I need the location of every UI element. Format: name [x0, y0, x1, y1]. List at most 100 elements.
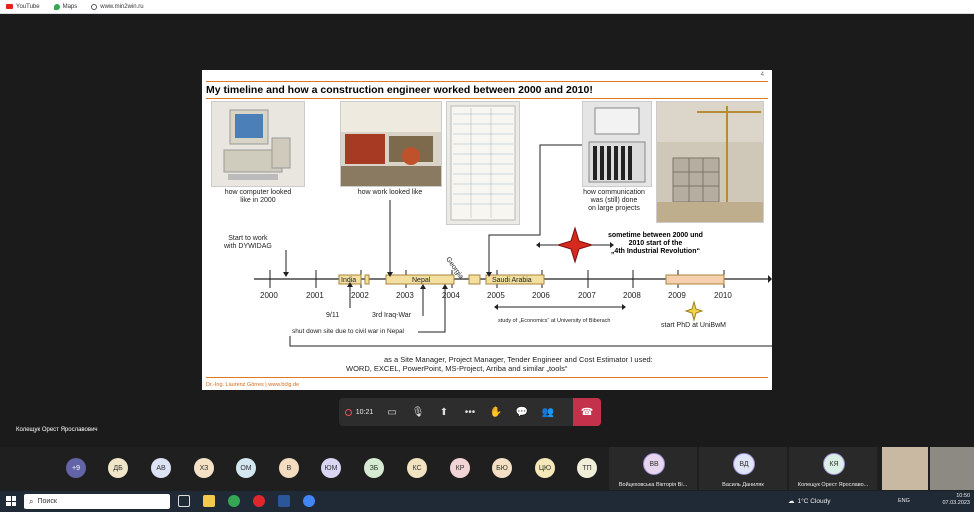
- participant-avatar[interactable]: ЗБ: [364, 458, 384, 478]
- country-saudi: Saudi Arabia: [492, 277, 532, 284]
- mic-toggle[interactable]: 🎙: [405, 398, 431, 426]
- country-nepal: Nepal: [412, 277, 431, 284]
- chat-icon: 💬: [515, 406, 529, 418]
- participant-video[interactable]: [930, 447, 974, 490]
- taskbar-search[interactable]: ⌕ Поиск: [24, 494, 170, 509]
- active-app-icon[interactable]: [303, 495, 315, 507]
- language-indicator[interactable]: ENG: [898, 498, 910, 504]
- participant-tile[interactable]: ВВ Войцеховська Вікторія Ві...: [609, 447, 697, 490]
- meeting-controls: 10:21 ▭ 🎙 ⬆ ••• ✋ 💬 👥 ☎: [339, 398, 601, 426]
- footer-rule: [206, 377, 768, 378]
- windows-taskbar: ⌕ Поиск ☁ 1°C Cloudy ENG 10:50 07.03.202…: [0, 491, 974, 512]
- hand-icon: ✋: [489, 406, 503, 418]
- bookmark-maps[interactable]: Maps: [53, 3, 78, 10]
- search-icon: ⌕: [29, 496, 34, 506]
- bookmark-youtube[interactable]: YouTube: [6, 4, 40, 10]
- timeline-diagram: [254, 144, 772, 347]
- slide-footer: Dr.-Ing. Laurenz Görres | www.bclg.de: [206, 382, 300, 388]
- bookmark-label: YouTube: [16, 3, 40, 10]
- call-timer: 10:21: [355, 408, 374, 416]
- year-label: 2008: [623, 291, 641, 300]
- participant-name: Василь Даниляк: [722, 482, 764, 488]
- shared-slide: 4 My timeline and how a construction eng…: [202, 70, 772, 390]
- event-phd: start PhD at UniBwM: [661, 322, 726, 329]
- self-video-preview[interactable]: [882, 447, 928, 490]
- summary-text: as a Site Manager, Project Manager, Tend…: [346, 355, 653, 373]
- share-button[interactable]: ⬆: [431, 398, 457, 426]
- weather-widget[interactable]: ☁ 1°C Cloudy: [788, 497, 831, 506]
- participant-avatar[interactable]: В: [279, 458, 299, 478]
- year-label: 2001: [306, 291, 324, 300]
- leave-call-button[interactable]: ☎: [573, 398, 601, 426]
- people-button[interactable]: 👥: [535, 398, 561, 426]
- opera-icon[interactable]: [253, 495, 265, 507]
- event-shutdown: shut down site due to civil war in Nepal: [292, 328, 405, 335]
- participant-avatar[interactable]: ДБ: [108, 458, 128, 478]
- record-icon: [344, 408, 352, 416]
- start-work-label: Start to work with DYWIDAG: [224, 235, 272, 251]
- share-icon: ⬆: [439, 406, 449, 418]
- hangup-icon: ☎: [580, 406, 594, 418]
- presenter-name: Колещук Орест Ярославович: [16, 427, 98, 433]
- more-icon: •••: [464, 406, 476, 418]
- year-label: 2007: [578, 291, 596, 300]
- participant-name: Колещук Орест Ярославо...: [797, 482, 869, 488]
- search-placeholder: Поиск: [37, 498, 57, 505]
- event-911: 9/11: [326, 312, 340, 319]
- word-icon[interactable]: [278, 495, 290, 507]
- more-button[interactable]: •••: [457, 398, 483, 426]
- camera-toggle[interactable]: ▭: [379, 398, 405, 426]
- participant-avatar[interactable]: БЮ: [492, 458, 512, 478]
- start-line: with DYWIDAG: [224, 243, 272, 250]
- phd-star: [684, 300, 704, 322]
- participant-avatar[interactable]: КС: [407, 458, 427, 478]
- participant-avatar[interactable]: ХЗ: [194, 458, 214, 478]
- event-study: study of „Economics“ at University of Bi…: [498, 318, 611, 324]
- summary-line: WORD, EXCEL, PowerPoint, MS-Project, Arr…: [346, 364, 568, 373]
- bar-georgia: [468, 274, 481, 285]
- summary-line: as a Site Manager, Project Manager, Tend…: [384, 355, 653, 364]
- bookmark-min2win[interactable]: www.min2win.ru: [91, 3, 144, 10]
- year-label: 2000: [260, 291, 278, 300]
- participant-avatar[interactable]: КР: [450, 458, 470, 478]
- participant-avatar[interactable]: АВ: [151, 458, 171, 478]
- clock-date: 07.03.2023: [942, 500, 970, 506]
- year-label: 2009: [668, 291, 686, 300]
- participant-tile[interactable]: ВД Василь Даниляк: [699, 447, 787, 490]
- globe-icon: [91, 3, 98, 10]
- recording-indicator[interactable]: 10:21: [339, 398, 379, 426]
- participant-tile[interactable]: КЯ Колещук Орест Ярославо...: [789, 447, 877, 490]
- chat-button[interactable]: 💬: [509, 398, 535, 426]
- revolution-line: „4th Industrial Revolution“: [610, 248, 700, 255]
- camera-off-icon: ▭: [387, 406, 397, 418]
- participant-avatar[interactable]: ЦЮ: [535, 458, 555, 478]
- participant-avatar[interactable]: ОМ: [236, 458, 256, 478]
- mic-off-icon: 🎙: [411, 406, 425, 418]
- more-participants-badge[interactable]: +9: [66, 458, 86, 478]
- bookmark-label: Maps: [62, 3, 78, 10]
- task-view-icon[interactable]: [178, 495, 190, 507]
- people-icon: 👥: [541, 406, 555, 418]
- chrome-icon[interactable]: [228, 495, 240, 507]
- windows-logo-pane: [6, 501, 11, 506]
- system-clock[interactable]: 10:50 07.03.2023: [942, 493, 970, 507]
- participant-avatar: КЯ: [823, 453, 845, 475]
- start-line: Start to work: [228, 235, 268, 242]
- year-label: 2010: [714, 291, 732, 300]
- file-explorer-icon[interactable]: [203, 495, 215, 507]
- bar-phd: [665, 274, 725, 285]
- participants-strip: +9 ДБ АВ ХЗ ОМ В ЮМ ЗБ КС КР БЮ ЦЮ ТП ВВ…: [0, 447, 974, 490]
- youtube-icon: [6, 4, 13, 9]
- bookmarks-bar: YouTube Maps www.min2win.ru: [0, 0, 974, 14]
- participant-avatar[interactable]: ТП: [577, 458, 597, 478]
- revolution-label: sometime between 2000 und 2010 start of …: [608, 232, 703, 256]
- weather-text: 1°C Cloudy: [797, 497, 831, 505]
- participant-avatar[interactable]: ЮМ: [321, 458, 341, 478]
- year-label: 2002: [351, 291, 369, 300]
- year-label: 2005: [487, 291, 505, 300]
- raise-hand-button[interactable]: ✋: [483, 398, 509, 426]
- windows-start-icon[interactable]: [6, 496, 16, 506]
- year-label: 2004: [442, 291, 460, 300]
- windows-logo-pane: [6, 496, 11, 501]
- clock-time: 10:50: [956, 493, 970, 499]
